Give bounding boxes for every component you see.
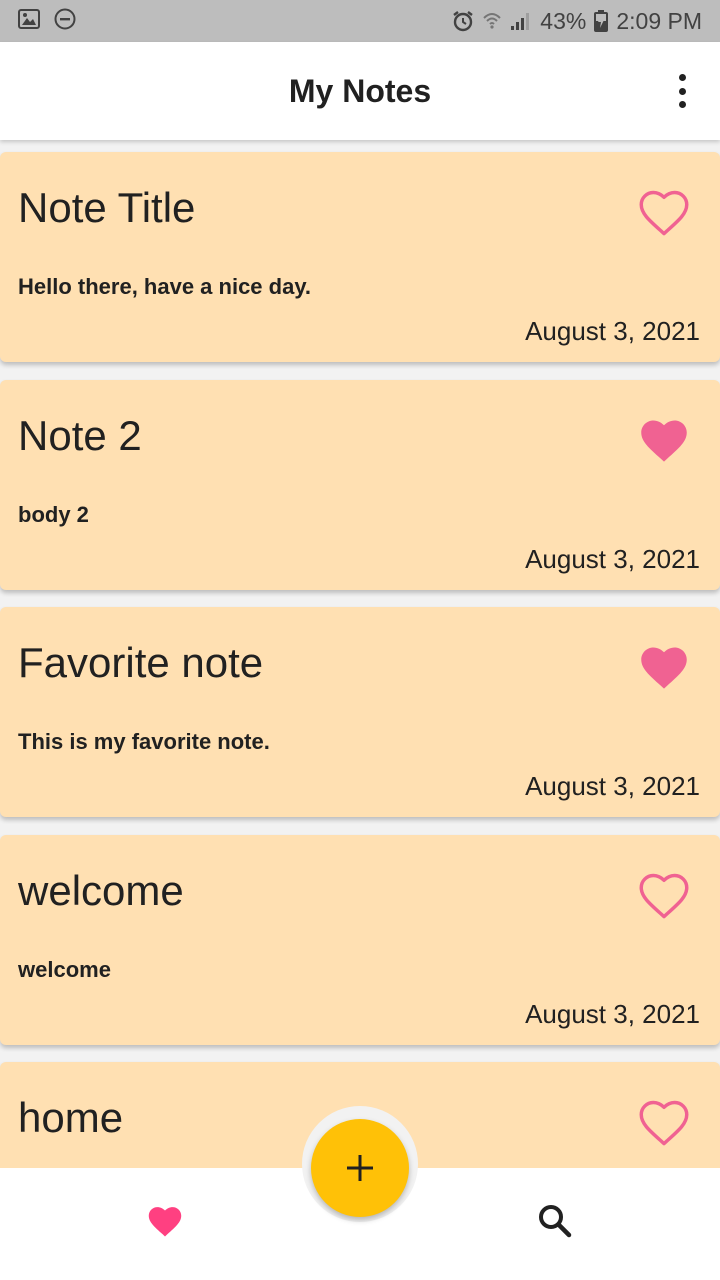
note-card[interactable]: Note Title Hello there, have a nice day. A… [0,152,720,362]
wifi-icon [482,11,502,31]
heart-filled-icon [641,647,687,689]
search-nav-button[interactable] [536,1202,574,1240]
note-title: Favorite note [18,639,264,686]
battery-charging-icon [594,10,609,32]
more-vert-icon[interactable] [674,74,690,108]
note-card[interactable]: Favorite note This is my favorite note. Au… [0,607,720,817]
heart-outline-icon [639,1100,689,1146]
note-date: August 3, 2021 [525,998,700,1029]
note-title: home [18,1094,124,1141]
favorites-nav-button[interactable] [146,1204,184,1238]
app-bar: My Notes [0,42,720,140]
do-not-disturb-icon [54,8,76,35]
page-title: My Notes [288,72,432,109]
note-title: Note 2 [18,411,142,459]
note-date: August 3, 2021 [525,543,700,574]
favorite-toggle-button[interactable] [638,416,690,464]
add-note-button[interactable] [311,1119,409,1217]
note-body: This is my favorite note. [18,729,270,754]
search-icon [539,1205,572,1238]
status-left-icons [18,8,76,35]
clock-time: 2:09 PM [616,7,702,34]
note-date: August 3, 2021 [525,771,700,801]
signal-icon [510,11,532,31]
notes-list: Note Title Hello there, have a nice day. A… [0,140,720,1168]
favorite-toggle-button[interactable] [638,643,690,691]
image-icon [18,8,40,34]
status-right-icons: 43% 2:09 PM [452,8,702,35]
status-bar: 43% 2:09 PM [0,0,720,42]
note-body: Hello there, have a nice day. [18,274,312,299]
favorite-toggle-button[interactable] [638,871,690,919]
heart-filled-icon [641,420,687,462]
note-body: body 2 [18,501,89,527]
note-card[interactable]: welcome welcome August 3, 2021 [0,834,720,1045]
note-body: welcome [18,956,111,982]
note-date: August 3, 2021 [525,316,700,346]
note-title: Note Title [18,184,196,231]
note-card[interactable]: Note 2 body 2 August 3, 2021 [0,379,720,590]
favorite-toggle-button[interactable] [638,1098,690,1146]
heart-outline-icon [639,190,689,236]
alarm-icon [452,10,474,32]
heart-icon [148,1207,182,1237]
plus-icon [347,1155,373,1181]
favorite-toggle-button[interactable] [638,188,690,236]
heart-outline-icon [639,873,689,918]
battery-percent: 43% [540,7,587,34]
note-title: welcome [18,866,184,914]
